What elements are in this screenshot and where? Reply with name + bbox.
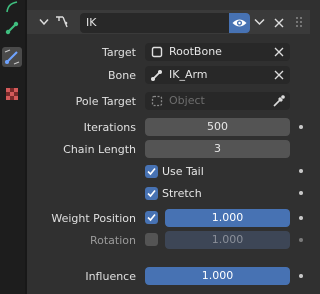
stretch-label: Stretch <box>162 187 202 200</box>
rotation-slider[interactable]: 1.000 <box>165 231 290 249</box>
chain-length-label: Chain Length <box>63 143 136 156</box>
target-field[interactable]: RootBone <box>145 43 290 61</box>
constraint-name-input[interactable]: IK <box>80 13 250 33</box>
rotation-checkbox[interactable] <box>145 233 158 246</box>
collapse-chevron-icon[interactable] <box>39 18 49 26</box>
drag-handle-icon[interactable] <box>295 16 305 30</box>
influence-label: Influence <box>85 270 136 283</box>
stretch-checkbox[interactable] <box>145 187 158 200</box>
iterations-value: 500 <box>207 120 228 133</box>
curve-tab-icon[interactable] <box>4 0 20 16</box>
chain-length-value: 3 <box>214 142 221 155</box>
bone-field[interactable]: IK_Arm <box>145 66 290 84</box>
weight-position-keyframe-dot[interactable] <box>299 216 303 220</box>
influence-slider[interactable]: 1.000 <box>145 267 290 285</box>
constraint-menu-chevron-icon[interactable] <box>254 18 265 26</box>
weight-position-slider[interactable]: 1.000 <box>165 209 290 227</box>
target-value: RootBone <box>169 45 222 58</box>
properties-tab-strip <box>0 0 25 294</box>
stretch-keyframe-dot[interactable] <box>299 191 303 195</box>
iterations-field[interactable]: 500 <box>145 118 290 136</box>
bone-value: IK_Arm <box>169 68 208 81</box>
clear-target-icon[interactable] <box>274 47 284 57</box>
pole-target-label: Pole Target <box>75 95 136 108</box>
target-label: Target <box>101 46 136 59</box>
use-tail-keyframe-dot[interactable] <box>299 169 303 173</box>
texture-tab-icon[interactable] <box>4 86 20 102</box>
object-icon <box>151 46 163 58</box>
bone-icon <box>150 69 163 82</box>
use-tail-label: Use Tail <box>162 165 204 178</box>
ik-constraint-icon <box>54 14 70 30</box>
iterations-label: Iterations <box>83 121 136 134</box>
weight-position-checkbox[interactable] <box>145 211 158 224</box>
use-tail-checkbox[interactable] <box>145 165 158 178</box>
bone-constraint-tab-icon[interactable] <box>2 47 22 67</box>
constraint-name-text: IK <box>86 16 97 29</box>
rotation-label: Rotation <box>89 234 136 247</box>
pole-target-placeholder: Object <box>169 94 205 107</box>
delete-constraint-icon[interactable] <box>274 18 284 28</box>
enable-toggle-button[interactable] <box>229 13 250 33</box>
pole-object-icon <box>151 95 163 107</box>
clear-bone-icon[interactable] <box>274 70 284 80</box>
chain-length-field[interactable]: 3 <box>145 140 290 158</box>
influence-keyframe-dot[interactable] <box>299 274 303 278</box>
iterations-keyframe-dot[interactable] <box>299 125 303 129</box>
rotation-keyframe-dot[interactable] <box>299 238 303 242</box>
rotation-value: 1.000 <box>211 233 244 246</box>
weight-position-value: 1.000 <box>211 211 244 224</box>
eyedropper-icon[interactable] <box>272 94 286 108</box>
influence-value: 1.000 <box>201 269 234 282</box>
pole-target-field[interactable]: Object <box>145 92 290 110</box>
bone-label: Bone <box>107 69 136 82</box>
bone-tab-icon[interactable] <box>4 20 20 36</box>
weight-position-label: Weight Position <box>51 212 136 225</box>
